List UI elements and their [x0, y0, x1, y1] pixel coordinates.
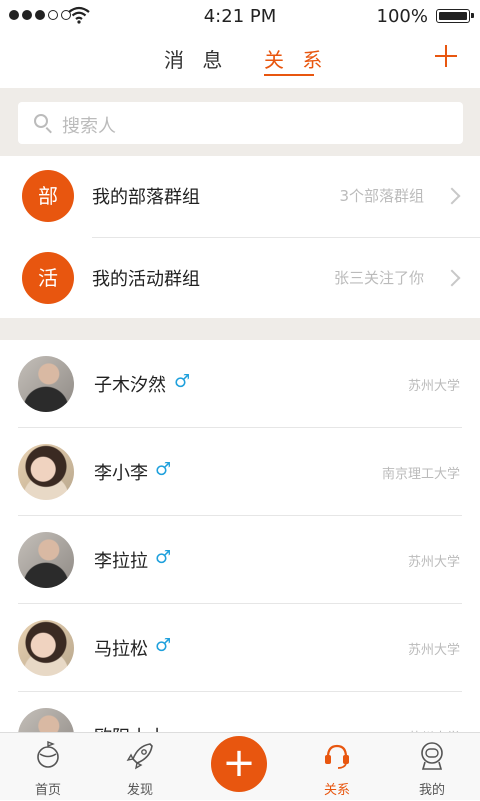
- contact-school: 苏州大学: [407, 379, 460, 394]
- avatar: [18, 356, 74, 412]
- male-icon: ♂: [174, 371, 191, 392]
- group-row-tribe[interactable]: 部 我的部落群组 3个部落群组: [0, 156, 480, 236]
- tabbar-relations[interactable]: 关系: [297, 733, 377, 801]
- add-icon[interactable]: [434, 44, 458, 68]
- contact-name: 子木汐然: [94, 375, 166, 396]
- center-add-button[interactable]: +: [211, 736, 267, 792]
- tab-relations[interactable]: 关 系: [264, 44, 328, 73]
- group-title: 我的活动群组: [92, 269, 200, 290]
- contact-name: 李拉拉: [94, 551, 148, 572]
- tabbar-label: 我的: [418, 783, 445, 798]
- contact-name: 马拉松: [94, 639, 148, 660]
- tabbar-mine[interactable]: 我的: [392, 733, 472, 801]
- home-icon: [37, 741, 59, 768]
- chevron-right-icon: [443, 269, 461, 287]
- battery-percent: 100%: [376, 6, 428, 27]
- headset-icon: [325, 744, 349, 769]
- group-row-activity[interactable]: 活 我的活动群组 张三关注了你: [0, 238, 480, 318]
- contact-row[interactable]: 子木汐然 ♂ 苏州大学: [0, 340, 480, 428]
- activity-group-icon: 活: [22, 252, 74, 304]
- male-icon: ♂: [155, 635, 172, 656]
- group-hint: 张三关注了你: [333, 269, 424, 287]
- male-icon: ♂: [155, 459, 172, 480]
- avatar: [18, 444, 74, 500]
- tab-messages[interactable]: 消 息: [164, 44, 228, 73]
- chevron-right-icon: [443, 187, 461, 205]
- search-section: 搜索人: [0, 88, 480, 156]
- search-input[interactable]: 搜索人: [18, 102, 463, 144]
- status-bar: 4:21 PM 100%: [0, 0, 480, 32]
- contact-row[interactable]: 马拉松 ♂ 苏州大学: [0, 604, 480, 692]
- group-hint: 3个部落群组: [339, 187, 424, 205]
- active-tab-underline: [264, 74, 314, 76]
- male-icon: ♂: [155, 547, 172, 568]
- top-nav: 消 息 关 系: [0, 32, 480, 88]
- contact-name: 李小李: [94, 463, 148, 484]
- search-icon: [34, 114, 48, 128]
- tabbar-discover[interactable]: 发现: [100, 733, 180, 801]
- tabbar-label: 发现: [126, 783, 153, 798]
- battery-icon: [436, 9, 474, 23]
- avatar: [18, 620, 74, 676]
- contact-school: 南京理工大学: [381, 467, 460, 482]
- section-divider: [0, 318, 480, 340]
- contact-school: 苏州大学: [407, 555, 460, 570]
- group-title: 我的部落群组: [92, 187, 200, 208]
- tabbar-home[interactable]: 首页: [8, 733, 88, 801]
- contact-row[interactable]: 李小李 ♂ 南京理工大学: [0, 428, 480, 516]
- search-placeholder: 搜索人: [62, 116, 116, 137]
- contact-school: 苏州大学: [407, 643, 460, 658]
- tabbar-label: 关系: [323, 783, 350, 798]
- avatar: [18, 532, 74, 588]
- rocket-icon: [126, 743, 153, 770]
- astronaut-icon: [421, 742, 443, 770]
- contact-row[interactable]: 李拉拉 ♂ 苏州大学: [0, 516, 480, 604]
- tribe-group-icon: 部: [22, 170, 74, 222]
- tabbar-label: 首页: [34, 783, 61, 798]
